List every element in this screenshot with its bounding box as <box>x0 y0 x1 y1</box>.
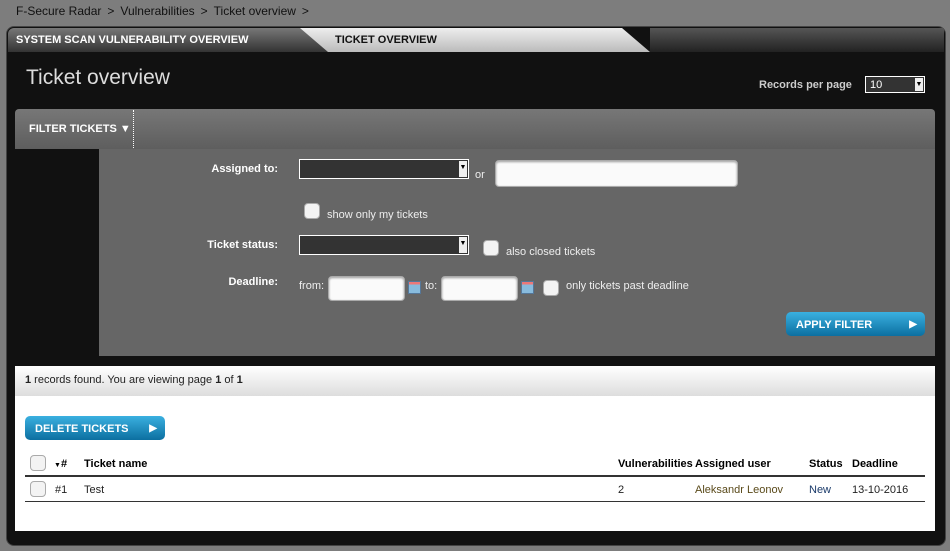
breadcrumb-separator: > <box>301 4 309 18</box>
page-title: Ticket overview <box>26 66 170 89</box>
filter-toggle[interactable]: FILTER TICKETS ▼ <box>29 123 131 135</box>
delete-tickets-label: DELETE TICKETS <box>35 423 129 435</box>
row-divider <box>25 501 925 502</box>
breadcrumb-vulnerabilities[interactable]: Vulnerabilities <box>120 4 194 18</box>
column-header-status[interactable]: Status <box>809 458 843 470</box>
show-mine-label: show only my tickets <box>327 209 428 221</box>
filter-header <box>15 109 935 149</box>
triangle-down-icon: ▼ <box>119 123 131 135</box>
records-per-page-label: Records per page <box>759 79 852 91</box>
play-icon: ▶ <box>909 319 917 330</box>
tab-ticket-overview[interactable]: TICKET OVERVIEW <box>300 28 650 52</box>
filter-title: FILTER TICKETS <box>29 123 117 135</box>
breadcrumb: F-Secure Radar > Vulnerabilities > Ticket ov… <box>16 4 315 18</box>
or-label: or <box>475 169 485 181</box>
column-header-deadline[interactable]: Deadline <box>852 458 898 470</box>
summary-text: of <box>221 374 237 386</box>
also-closed-checkbox[interactable] <box>483 240 499 256</box>
tab-bar <box>650 28 944 52</box>
records-per-page-value: 10 <box>870 79 883 91</box>
ticket-name[interactable]: Test <box>84 484 104 496</box>
ticket-status: New <box>809 484 832 496</box>
column-header-assigned-user[interactable]: Assigned user <box>695 458 771 470</box>
summary-text: records found. You are viewing page <box>31 374 216 386</box>
header-divider <box>25 475 925 477</box>
play-icon: ▶ <box>149 423 157 434</box>
calendar-icon[interactable] <box>408 281 421 294</box>
status-label: Ticket status: <box>207 239 278 251</box>
deadline-to-input[interactable] <box>441 276 518 301</box>
show-mine-checkbox[interactable] <box>304 203 320 219</box>
column-header-name[interactable]: Ticket name <box>84 458 147 470</box>
breadcrumb-separator: > <box>200 4 208 18</box>
deadline-from-input[interactable] <box>328 276 405 301</box>
apply-filter-label: APPLY FILTER <box>796 319 873 331</box>
ticket-id: #1 <box>55 484 68 496</box>
select-all-checkbox[interactable] <box>30 455 46 471</box>
chevron-down-icon: ▼ <box>459 161 467 177</box>
breadcrumb-home[interactable]: F-Secure Radar <box>16 4 101 18</box>
past-deadline-checkbox[interactable] <box>543 280 559 296</box>
also-closed-label: also closed tickets <box>506 246 596 258</box>
ticket-assigned-user: Aleksandr Leonov <box>695 484 784 496</box>
chevron-down-icon: ▼ <box>915 78 923 91</box>
column-header-id[interactable]: ▼# <box>54 458 67 470</box>
assigned-label: Assigned to: <box>211 163 278 175</box>
delete-tickets-button[interactable]: DELETE TICKETS ▶ <box>25 416 165 440</box>
to-label: to: <box>425 280 438 292</box>
results-summary: 1 records found. You are viewing page 1 … <box>15 366 935 396</box>
ticket-deadline: 13-10-2016 <box>852 484 909 496</box>
chevron-down-icon: ▼ <box>459 237 467 253</box>
column-header-vulnerabilities[interactable]: Vulnerabilities <box>618 458 693 470</box>
ticket-vulnerabilities: 2 <box>618 484 625 496</box>
assigned-text-input[interactable] <box>495 160 738 187</box>
records-per-page-select[interactable]: 10 ▼ <box>865 76 925 93</box>
from-label: from: <box>299 280 325 292</box>
past-deadline-label: only tickets past deadline <box>566 280 689 292</box>
apply-filter-button[interactable]: APPLY FILTER ▶ <box>786 312 925 336</box>
status-select[interactable]: ▼ <box>299 235 469 255</box>
calendar-icon[interactable] <box>521 281 534 294</box>
sort-icon: ▼ <box>54 462 61 469</box>
deadline-label: Deadline: <box>228 276 278 288</box>
divider <box>133 110 134 150</box>
assigned-select[interactable]: ▼ <box>299 159 469 179</box>
breadcrumb-separator: > <box>107 4 115 18</box>
tab-system-scan[interactable]: SYSTEM SCAN VULNERABILITY OVERVIEW <box>8 28 328 52</box>
column-label: # <box>60 458 68 470</box>
total-pages: 1 <box>236 374 243 386</box>
breadcrumb-ticket-overview[interactable]: Ticket overview <box>214 4 296 18</box>
row-checkbox[interactable] <box>30 481 46 497</box>
